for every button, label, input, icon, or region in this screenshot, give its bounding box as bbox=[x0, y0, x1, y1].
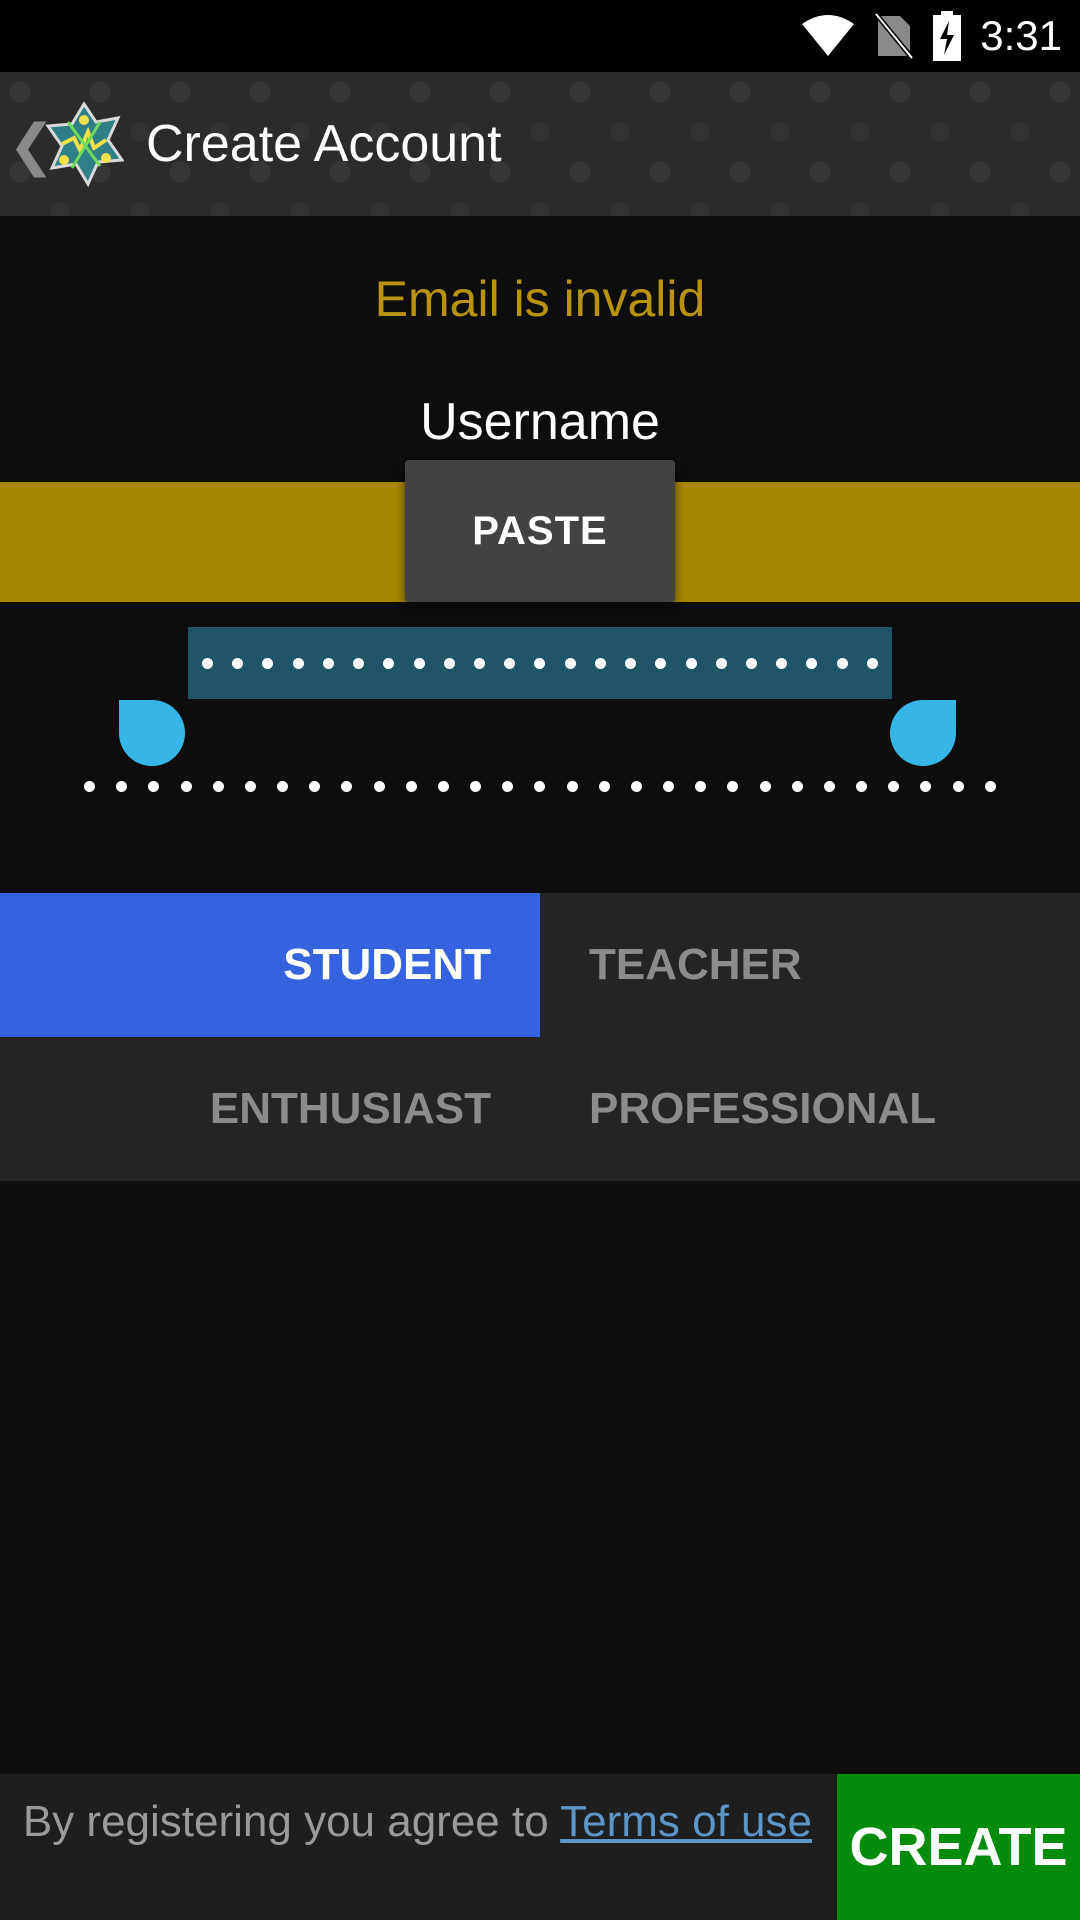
status-bar: 3:31 bbox=[0, 0, 1080, 72]
app-logo-icon[interactable] bbox=[44, 100, 124, 188]
username-label: Username bbox=[420, 393, 660, 451]
paste-button[interactable]: PASTE bbox=[405, 460, 675, 602]
selected-password-dots bbox=[188, 627, 892, 699]
terms-of-use-link[interactable]: Terms of use bbox=[560, 1797, 812, 1846]
role-option-student[interactable]: STUDENT bbox=[0, 893, 540, 1037]
role-option-professional[interactable]: PROFESSIONAL bbox=[540, 1037, 1080, 1181]
status-icons: 3:31 bbox=[800, 10, 1062, 62]
wifi-icon bbox=[802, 15, 855, 56]
terms-text: By registering you agree to bbox=[22, 1797, 561, 1846]
footer: By registering you agree to Terms of use… bbox=[0, 1774, 1080, 1920]
selection-handle-right[interactable] bbox=[890, 700, 956, 766]
password-field[interactable] bbox=[84, 772, 996, 800]
role-option-enthusiast[interactable]: ENTHUSIAST bbox=[0, 1037, 540, 1181]
app-bar: ❮ Create Account bbox=[0, 72, 1080, 216]
role-option-teacher[interactable]: TEACHER bbox=[540, 893, 1080, 1037]
text-selection-highlight bbox=[188, 627, 892, 699]
page-title: Create Account bbox=[146, 115, 502, 173]
no-sim-icon bbox=[874, 12, 915, 60]
terms-notice: By registering you agree to Terms of use bbox=[20, 1794, 812, 1850]
battery-charging-icon bbox=[933, 11, 962, 61]
create-button[interactable]: CREATE bbox=[837, 1774, 1080, 1920]
status-time: 3:31 bbox=[980, 12, 1062, 59]
selection-handle-left[interactable] bbox=[119, 700, 185, 766]
role-selector: STUDENT TEACHER ENTHUSIAST PROFESSIONAL bbox=[0, 893, 1080, 1181]
email-error-message: Email is invalid bbox=[374, 271, 706, 327]
